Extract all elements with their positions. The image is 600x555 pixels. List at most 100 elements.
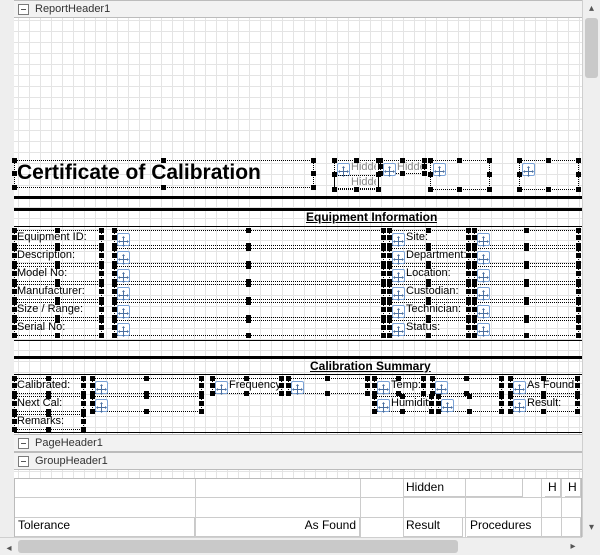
field-department[interactable] xyxy=(474,248,579,264)
move-handle-icon[interactable] xyxy=(477,305,490,318)
label-serial-no[interactable]: Serial No: xyxy=(14,320,102,336)
label-site[interactable]: Site: xyxy=(389,230,469,246)
horizontal-scrollbar[interactable]: ◂ ▸ xyxy=(0,537,582,555)
scroll-thumb[interactable] xyxy=(18,540,458,553)
move-handle-icon[interactable] xyxy=(441,399,454,412)
rule-line[interactable] xyxy=(14,432,582,433)
move-handle-icon[interactable] xyxy=(392,251,405,264)
field-model-no[interactable] xyxy=(114,266,384,282)
move-handle-icon[interactable] xyxy=(477,233,490,246)
label-manufacturer[interactable]: Manufacturer: xyxy=(14,284,102,300)
label-description[interactable]: Description: xyxy=(14,248,102,264)
vertical-scrollbar[interactable]: ▴ ▾ xyxy=(582,0,600,537)
rule-line[interactable] xyxy=(14,196,582,199)
scroll-right-icon[interactable]: ▸ xyxy=(564,538,582,555)
field-frequency[interactable] xyxy=(288,378,368,394)
move-handle-icon[interactable] xyxy=(215,381,228,394)
designer-viewport[interactable]: ReportHeader1 Certificate of Calibration… xyxy=(0,0,582,537)
cell-hidden[interactable]: Hidden xyxy=(403,479,523,497)
label-as-found[interactable]: As Found: xyxy=(510,378,578,394)
rule-line[interactable] xyxy=(14,226,582,227)
move-handle-icon[interactable] xyxy=(383,163,396,176)
field-humidity[interactable] xyxy=(438,396,502,412)
field-serial-no[interactable] xyxy=(114,320,384,336)
move-handle-icon[interactable] xyxy=(513,381,526,394)
move-handle-icon[interactable] xyxy=(117,251,130,264)
design-surface[interactable]: ReportHeader1 Certificate of Calibration… xyxy=(14,0,582,537)
move-handle-icon[interactable] xyxy=(117,323,130,336)
rule-line[interactable] xyxy=(14,374,582,375)
field-custodian[interactable] xyxy=(474,284,579,300)
move-handle-icon[interactable] xyxy=(117,305,130,318)
label-humidity[interactable]: Humidity: xyxy=(374,396,432,412)
field-calibrated[interactable] xyxy=(92,378,202,394)
control-empty[interactable] xyxy=(430,160,490,190)
label-size-range[interactable]: Size / Range: xyxy=(14,302,102,318)
label-technician[interactable]: Technician: xyxy=(389,302,469,318)
rule-line[interactable] xyxy=(14,208,582,211)
move-handle-icon[interactable] xyxy=(477,323,490,336)
scroll-left-icon[interactable]: ◂ xyxy=(0,540,18,555)
rule-line[interactable] xyxy=(14,340,582,341)
section-band-pageheader[interactable]: PageHeader1 xyxy=(14,434,582,452)
move-handle-icon[interactable] xyxy=(377,399,390,412)
move-handle-icon[interactable] xyxy=(95,381,108,394)
label-model-no[interactable]: Model No: xyxy=(14,266,102,282)
label-status[interactable]: Status: xyxy=(389,320,469,336)
move-handle-icon[interactable] xyxy=(392,269,405,282)
section-band-reportheader[interactable]: ReportHeader1 xyxy=(14,0,582,18)
move-handle-icon[interactable] xyxy=(117,287,130,300)
field-equipment-id[interactable] xyxy=(114,230,384,246)
collapse-toggle-icon[interactable] xyxy=(18,4,29,15)
move-handle-icon[interactable] xyxy=(117,269,130,282)
label-result[interactable]: Result: xyxy=(510,396,578,412)
field-location[interactable] xyxy=(474,266,579,282)
field-site[interactable] xyxy=(474,230,579,246)
move-handle-icon[interactable] xyxy=(392,323,405,336)
label-department[interactable]: Department: xyxy=(389,248,469,264)
rule-line[interactable] xyxy=(14,356,582,359)
cell-tolerance[interactable]: Tolerance xyxy=(15,517,195,537)
collapse-toggle-icon[interactable] xyxy=(18,438,29,449)
label-location[interactable]: Location: xyxy=(389,266,469,282)
move-handle-icon[interactable] xyxy=(95,399,108,412)
scroll-thumb[interactable] xyxy=(585,18,598,78)
label-remarks[interactable]: Remarks: xyxy=(14,414,84,430)
cell-procedures[interactable]: Procedures xyxy=(467,517,581,537)
move-handle-icon[interactable] xyxy=(117,233,130,246)
section-title-equip[interactable]: Equipment Information xyxy=(304,210,444,226)
field-nextcal[interactable] xyxy=(92,396,202,412)
control-hidden-b[interactable]: Hidden xyxy=(380,160,425,174)
collapse-toggle-icon[interactable] xyxy=(18,456,29,467)
label-temp[interactable]: Temp: xyxy=(374,378,424,394)
field-status[interactable] xyxy=(474,320,579,336)
field-size-range[interactable] xyxy=(114,302,384,318)
section-band-groupheader[interactable]: GroupHeader1 xyxy=(14,452,582,470)
cell-h1[interactable]: H xyxy=(545,479,561,497)
field-description[interactable] xyxy=(114,248,384,264)
cell-result[interactable]: Result xyxy=(403,517,463,537)
scroll-up-icon[interactable]: ▴ xyxy=(583,0,600,18)
label-custodian[interactable]: Custodian: xyxy=(389,284,469,300)
control-hidden-c[interactable]: Hidden xyxy=(334,175,379,189)
label-frequency[interactable]: Frequency: xyxy=(212,378,282,394)
control-empty[interactable] xyxy=(519,160,579,190)
move-handle-icon[interactable] xyxy=(477,251,490,264)
label-equipment-id[interactable]: Equipment ID: xyxy=(14,230,102,246)
field-manufacturer[interactable] xyxy=(114,284,384,300)
scroll-down-icon[interactable]: ▾ xyxy=(583,519,600,537)
cell-h2[interactable]: H xyxy=(565,479,581,497)
move-handle-icon[interactable] xyxy=(392,233,405,246)
move-handle-icon[interactable] xyxy=(291,381,304,394)
table-grid[interactable]: Hidden H H Tolerance As Found Result Pro… xyxy=(14,478,582,537)
label-nextcal[interactable]: Next Cal: xyxy=(14,396,84,412)
field-technician[interactable] xyxy=(474,302,579,318)
move-handle-icon[interactable] xyxy=(477,287,490,300)
scroll-track[interactable] xyxy=(583,18,600,519)
field-temp[interactable] xyxy=(432,378,502,394)
cell-asfound[interactable]: As Found xyxy=(195,517,360,537)
move-handle-icon[interactable] xyxy=(522,163,535,176)
move-handle-icon[interactable] xyxy=(392,287,405,300)
move-handle-icon[interactable] xyxy=(477,269,490,282)
control-title[interactable]: Certificate of Calibration xyxy=(14,160,314,188)
